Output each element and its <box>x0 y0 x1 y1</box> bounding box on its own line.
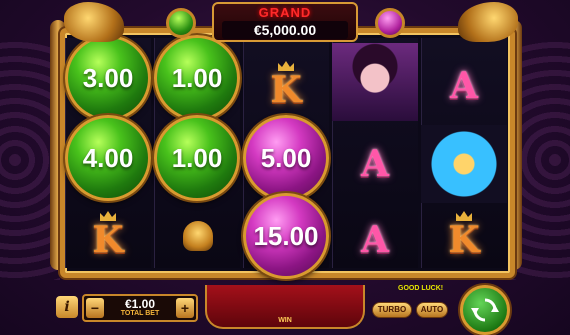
autoplay-button[interactable]: AUTO <box>416 302 448 318</box>
spin-button[interactable] <box>460 285 510 335</box>
info-button[interactable]: i <box>56 296 78 318</box>
crown-icon <box>100 211 116 221</box>
symbol-a: A <box>450 65 478 107</box>
green-orb-ornament <box>166 8 196 38</box>
refresh-arrows-icon <box>471 298 499 322</box>
decrease-bet-button[interactable]: − <box>86 298 104 318</box>
crown-icon <box>456 211 472 221</box>
koi-fish-symbol <box>421 125 507 203</box>
bet-panel: − €1.00 TOTAL BET + <box>82 294 198 322</box>
cash-ball: 1.00 <box>154 115 240 201</box>
grand-jackpot-title: GRAND <box>258 5 312 20</box>
cash-ball: 4.00 <box>65 115 151 201</box>
increase-bet-button[interactable]: + <box>176 298 194 318</box>
control-bar: i − €1.00 TOTAL BET + WIN GOOD LUCK! TUR… <box>0 285 570 335</box>
status-message: GOOD LUCK! <box>398 285 444 292</box>
purple-orb-ornament <box>375 8 405 38</box>
dragon-emblem-symbol <box>183 221 213 251</box>
cash-ball: 5.00 <box>243 115 329 201</box>
reel-frame: K A A K A K 3.00 1.00 4.00 1.00 5.00 15.… <box>60 28 515 279</box>
cash-ball: 15.00 <box>243 193 329 279</box>
crown-icon <box>278 61 294 71</box>
total-bet-value: €1.00 <box>124 297 156 311</box>
grand-jackpot-value: €5,000.00 <box>222 21 348 39</box>
grand-jackpot-panel: GRAND €5,000.00 <box>212 2 358 42</box>
dragon-ornament-left <box>64 2 124 42</box>
symbol-a: A <box>361 219 389 261</box>
cash-ball: 3.00 <box>65 35 151 121</box>
symbol-a: A <box>361 143 389 185</box>
turbo-button[interactable]: TURBO <box>372 302 412 318</box>
win-label: WIN <box>278 317 292 324</box>
cash-ball: 1.00 <box>154 35 240 121</box>
symbol-k: K <box>421 201 507 279</box>
symbol-k: K <box>65 201 151 279</box>
total-bet-label: TOTAL BET <box>120 310 160 317</box>
geisha-symbol <box>332 43 418 121</box>
win-panel: WIN <box>205 285 365 329</box>
dragon-ornament-right <box>458 2 518 42</box>
